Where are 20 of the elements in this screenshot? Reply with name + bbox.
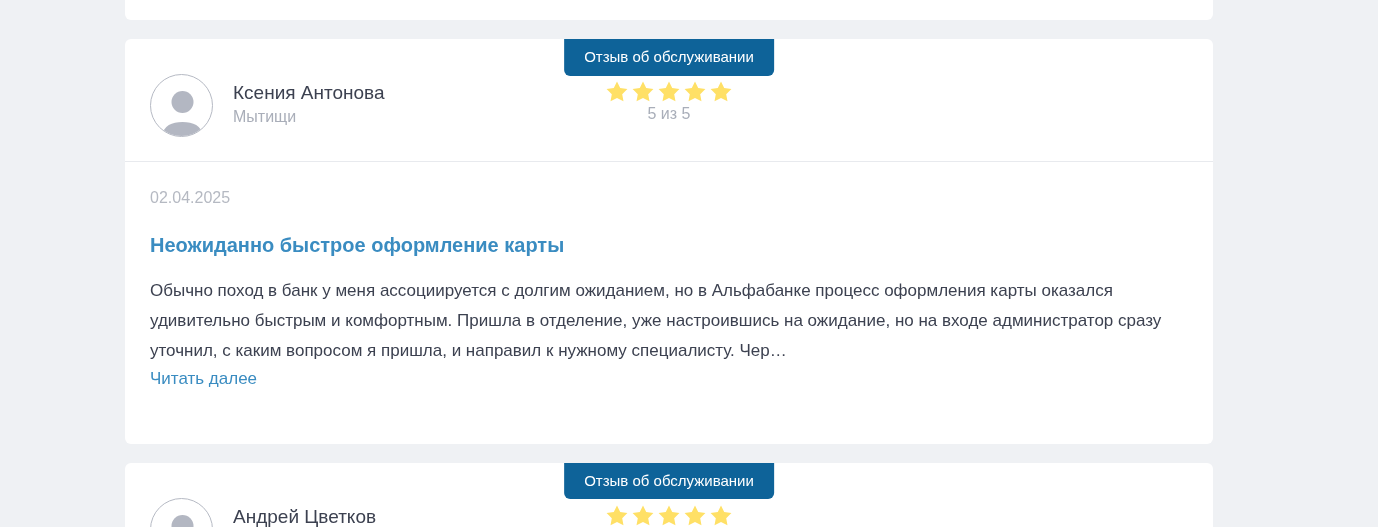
star-icon: [658, 81, 680, 102]
star-icon: [606, 504, 628, 526]
star-icon: [710, 81, 732, 102]
star-icon: [658, 504, 680, 526]
star-icon: [606, 81, 628, 102]
read-more-link[interactable]: Читать далее: [150, 369, 258, 388]
star-icon: [684, 504, 706, 526]
star-icon: [632, 81, 654, 102]
author-name: Ксения Антонова: [233, 82, 385, 105]
star-icon: [632, 504, 654, 526]
review-title: Неожиданно быстрое оформление карты: [150, 233, 566, 258]
author-city: Мытищи: [233, 106, 298, 127]
star-icon: [684, 81, 706, 102]
review-text: Обычно поход в банк у меня ассоциируется с долгим ожиданием, но в Альфабанке процесс оформления карты оказался удивительно быстрым и комфортным. Пришла в отделение, уже настроившись на ожидание, но на входе администратор сразу уточнил, с каким вопросом я пришла, и направил к нужному специалисту. Чер…: [150, 280, 1163, 362]
author-name: Андрей Цветков: [233, 505, 377, 527]
review-type-label: Отзыв об обслуживании: [564, 462, 774, 499]
review-date: 02.04.2025: [150, 188, 232, 208]
review-type-label: Отзыв об обслуживании: [564, 39, 774, 76]
rating-text: 5 из 5: [646, 104, 692, 124]
star-icon: [710, 504, 732, 526]
